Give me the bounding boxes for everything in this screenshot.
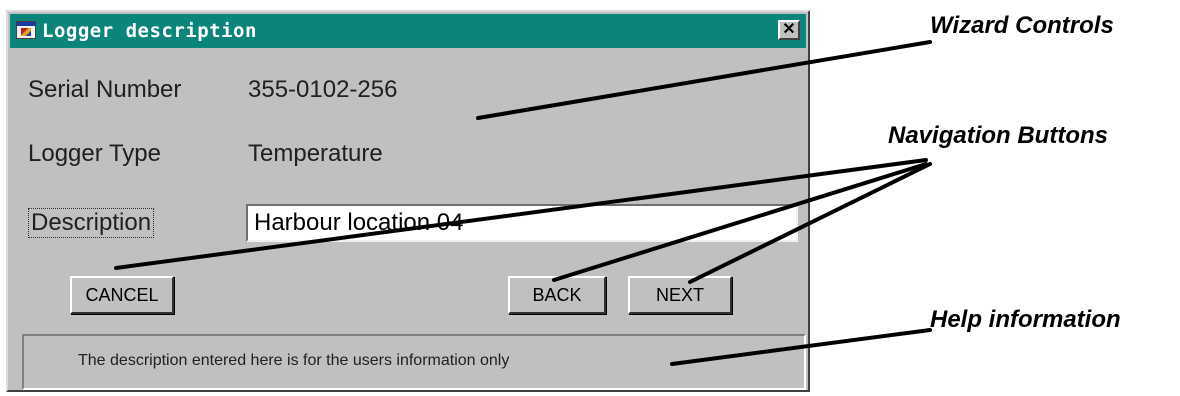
annotation-arrows — [114, 40, 932, 366]
wizard-controls-pointer — [476, 40, 932, 120]
help-information-pointer — [670, 328, 932, 366]
next-pointer — [688, 162, 932, 284]
cancel-pointer — [114, 158, 928, 270]
back-pointer — [552, 162, 928, 282]
